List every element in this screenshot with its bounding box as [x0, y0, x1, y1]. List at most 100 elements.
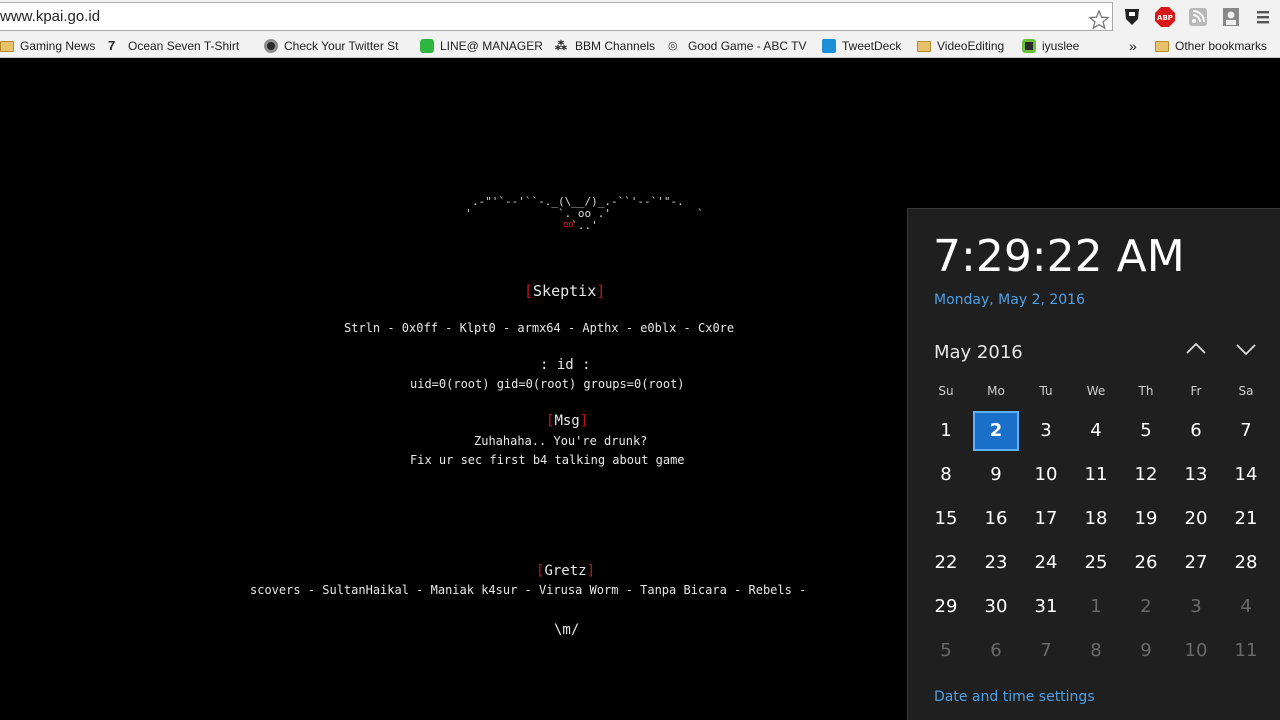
bookmark-label: Gaming News — [20, 39, 96, 53]
calendar-day[interactable]: 26 — [1123, 543, 1169, 583]
line-icon — [420, 39, 434, 53]
bookmarks-overflow-button[interactable]: » — [1129, 36, 1137, 56]
calendar-day[interactable]: 8 — [1073, 631, 1119, 671]
profile-icon[interactable] — [1220, 6, 1242, 28]
msg-heading: [Msg] — [546, 413, 588, 429]
seven-icon: 7 — [108, 38, 116, 53]
calendar-day[interactable]: 18 — [1073, 499, 1119, 539]
bookmark-label: iyuslee — [1042, 39, 1080, 53]
folder-icon — [917, 41, 931, 52]
address-bar[interactable]: www.kpai.go.id — [0, 2, 1113, 31]
calendar-day[interactable]: 21 — [1223, 499, 1269, 539]
bracket-close: ] — [596, 282, 606, 300]
calendar-day[interactable]: 14 — [1223, 455, 1269, 495]
calendar-day[interactable]: 30 — [973, 587, 1019, 627]
calendar-day[interactable]: 20 — [1173, 499, 1219, 539]
calendar-day[interactable]: 10 — [1173, 631, 1219, 671]
clock-time: 7:29:22 AM — [933, 231, 1185, 282]
calendar-day[interactable]: 13 — [1173, 455, 1219, 495]
calendar-day[interactable]: 29 — [923, 587, 969, 627]
calendar-day[interactable]: 8 — [923, 455, 969, 495]
calendar-day[interactable]: 27 — [1173, 543, 1219, 583]
calendar-day[interactable]: 9 — [973, 455, 1019, 495]
calendar-day[interactable]: 1 — [1073, 587, 1119, 627]
calendar-day[interactable]: 22 — [923, 543, 969, 583]
weekday-label: Fr — [1190, 384, 1202, 398]
browser-toolbar: www.kpai.go.id ABP — [0, 0, 1280, 33]
bookmark-star-icon[interactable] — [1088, 9, 1110, 31]
chevron-down-icon[interactable] — [1233, 339, 1259, 359]
bookmark-good-game[interactable]: ◎ Good Game - ABC TV — [668, 36, 807, 56]
weekday-label: Su — [938, 384, 954, 398]
ascii-bat-art: .-"'`--'``-._(\__/)_.-``'--`'"-. ' `. oo… — [465, 195, 704, 232]
bracket-close: ] — [586, 563, 596, 579]
clock-date[interactable]: Monday, May 2, 2016 — [934, 292, 1085, 308]
bookmark-iyuslee[interactable]: iyuslee — [1022, 36, 1079, 56]
calendar-day[interactable]: 28 — [1223, 543, 1269, 583]
calendar-day[interactable]: 3 — [1173, 587, 1219, 627]
calendar-day[interactable]: 23 — [973, 543, 1019, 583]
calendar-day[interactable]: 16 — [973, 499, 1019, 539]
calendar-day[interactable]: 7 — [1223, 411, 1269, 451]
members-list: Strln - 0x0ff - Klpt0 - armx64 - Apthx -… — [344, 321, 735, 335]
other-bookmarks[interactable]: Other bookmarks — [1155, 36, 1267, 56]
calendar-day[interactable]: 7 — [1023, 631, 1069, 671]
bookmark-label: Other bookmarks — [1175, 39, 1268, 53]
group-name: Skeptix — [533, 282, 597, 300]
clock-calendar-flyout: 7:29:22 AM Monday, May 2, 2016 May 2016 … — [907, 208, 1280, 720]
iyuslee-icon — [1022, 39, 1036, 53]
calendar-day[interactable]: 17 — [1023, 499, 1069, 539]
bookmark-videoediting[interactable]: VideoEditing — [917, 36, 1004, 56]
bookmark-gaming-news[interactable]: Gaming News — [0, 36, 95, 56]
bookmark-check-twitter[interactable]: Check Your Twitter St — [264, 36, 399, 56]
calendar-day[interactable]: 19 — [1123, 499, 1169, 539]
bookmark-ocean-seven[interactable]: 7 Ocean Seven T-Shirt — [108, 36, 239, 56]
calendar-day[interactable]: 6 — [1173, 411, 1219, 451]
bookmark-bbm-channels[interactable]: ⁂ BBM Channels — [555, 36, 655, 56]
calendar-day[interactable]: 24 — [1023, 543, 1069, 583]
calendar-day[interactable]: 5 — [1123, 411, 1169, 451]
calendar-day[interactable]: 10 — [1023, 455, 1069, 495]
bat-eyes: oo — [563, 220, 574, 230]
id-output: uid=0(root) gid=0(root) groups=0(root) — [410, 377, 685, 391]
adblock-icon[interactable]: ABP — [1154, 6, 1176, 28]
id-heading: : id : — [540, 357, 591, 373]
bookmark-label: Good Game - ABC TV — [688, 39, 807, 53]
calendar-day[interactable]: 5 — [923, 631, 969, 671]
rss-icon[interactable] — [1187, 6, 1209, 28]
calendar-day[interactable]: 11 — [1073, 455, 1119, 495]
calendar-day[interactable]: 25 — [1073, 543, 1119, 583]
bracket-close: ] — [579, 413, 589, 429]
calendar-day[interactable]: 6 — [973, 631, 1019, 671]
calendar-day[interactable]: 4 — [1073, 411, 1119, 451]
msg-label: Msg — [554, 413, 580, 429]
gretz-list: scovers - SultanHaikal - Maniak k4sur - … — [250, 583, 807, 597]
calendar-month-label[interactable]: May 2016 — [934, 342, 1023, 363]
menu-icon[interactable] — [1252, 6, 1274, 28]
calendar-day[interactable]: 11 — [1223, 631, 1269, 671]
signoff: \m/ — [554, 622, 580, 638]
calendar-day[interactable]: 15 — [923, 499, 969, 539]
bookmark-label: TweetDeck — [842, 39, 902, 53]
msg-line-1: Zuhahaha.. You're drunk? — [474, 434, 648, 448]
date-time-settings-link[interactable]: Date and time settings — [934, 689, 1095, 705]
calendar-day[interactable]: 9 — [1123, 631, 1169, 671]
calendar-day[interactable]: 1 — [923, 411, 969, 451]
calendar-day[interactable]: 2 — [1123, 587, 1169, 627]
chevron-up-icon[interactable] — [1183, 339, 1209, 359]
calendar-day[interactable]: 3 — [1023, 411, 1069, 451]
calendar-day-today[interactable]: 2 — [973, 411, 1019, 451]
url-text[interactable]: www.kpai.go.id — [0, 8, 100, 25]
calendar-day[interactable]: 12 — [1123, 455, 1169, 495]
calendar-day[interactable]: 4 — [1223, 587, 1269, 627]
gretz-label: Gretz — [544, 563, 587, 579]
calendar-day[interactable]: 31 — [1023, 587, 1069, 627]
folder-icon — [1155, 41, 1169, 52]
bookmark-label: BBM Channels — [575, 39, 656, 53]
shield-extension-icon[interactable] — [1121, 6, 1143, 28]
bookmark-label: VideoEditing — [937, 39, 1005, 53]
folder-icon — [0, 41, 14, 52]
bookmark-tweetdeck[interactable]: TweetDeck — [822, 36, 901, 56]
bracket-open: [ — [524, 282, 534, 300]
bookmark-line-manager[interactable]: LINE@ MANAGER — [420, 36, 543, 56]
